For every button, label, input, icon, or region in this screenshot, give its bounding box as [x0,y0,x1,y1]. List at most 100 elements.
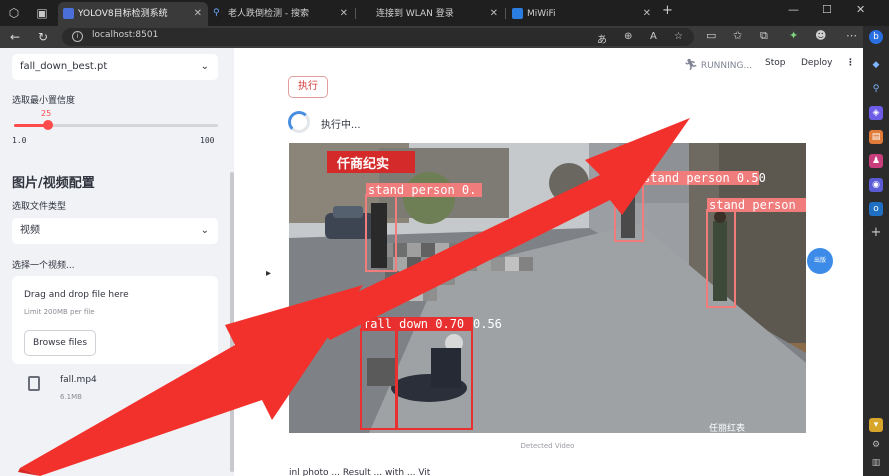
collections-icon[interactable]: ⧉ [760,29,768,43]
detection-label-5: 0.56 [473,317,502,331]
video-frame: 仟商纪实 stand person 0. stand person 0.50 s… [289,143,806,433]
file-icon [28,376,40,391]
bottom-text: inl photo ... Result ... with ... Vit [289,468,431,476]
app-sidebar: fall_down_best.pt ⌄ 选取最小置信度 25 1.0 100 图… [0,48,234,476]
tab-favicon-icon [361,8,372,19]
deploy-button[interactable]: Deploy [801,58,833,68]
browser-tab-bar: ⬡ ▣ YOLOV8目标检测系统 ✕ ⚲ 老人跌倒检测 - 搜索 ✕ 连接到 W… [0,0,889,26]
video-caption: Detected Video [520,442,575,450]
read-aloud-icon[interactable]: A [650,31,657,42]
notification-icon[interactable]: ◆ [869,58,883,72]
workspaces-icon[interactable]: ⬡ [6,5,22,21]
sidebar-scrollbar[interactable] [230,172,234,472]
video-bottom-caption: 任丽红表 [709,422,745,433]
floating-badge[interactable]: 出版 [807,248,833,274]
close-tab-icon[interactable]: ✕ [643,2,651,26]
uploaded-file-size: 6.1MB [60,393,82,401]
back-icon[interactable]: ← [10,29,20,45]
execute-button[interactable]: 执行 [288,76,328,98]
copilot-icon[interactable]: b [869,30,883,44]
detection-label-3: stand person [709,198,796,212]
detection-label-2: stand person 0.50 [643,171,766,185]
tab-separator [505,8,506,19]
running-indicator: 🏃︎ RUNNING... [684,58,752,71]
close-window-icon[interactable]: ✕ [856,3,865,16]
maximize-icon[interactable]: ☐ [822,3,832,16]
status-text: 执行中... [321,120,361,131]
slider-value: 25 [41,109,52,118]
zoom-icon[interactable]: ⊕ [624,31,632,42]
tools-icon[interactable]: ◈ [869,106,883,120]
shopping-icon[interactable]: ▤ [869,130,883,144]
sidebar-settings-icon[interactable]: ⚙ [869,438,883,452]
tab-title: YOLOV8目标检测系统 [78,9,168,19]
m365-icon[interactable]: ◉ [869,178,883,192]
search-icon[interactable]: ⚲ [869,82,883,96]
upload-limit-text: Limit 200MB per file [24,308,95,316]
streamlit-page: fall_down_best.pt ⌄ 选取最小置信度 25 1.0 100 图… [0,48,863,476]
tab-title: 老人跌倒检测 - 搜索 [228,9,309,19]
refresh-icon[interactable]: ↻ [38,29,48,45]
edge-sidebar: b ◆ ⚲ ◈ ▤ ♟ ◉ o + ▾ ⚙ ▥ [863,26,889,476]
close-tab-icon[interactable]: ✕ [490,2,498,26]
extension-icon[interactable]: ✦ [789,29,798,42]
favorite-star-icon[interactable]: ☆ [674,31,683,42]
tab-favicon-icon [63,8,74,19]
uploaded-file-name: fall.mp4 [60,375,97,385]
mouse-cursor-icon: ▸ [266,268,272,279]
file-uploader-dropzone[interactable]: Drag and drop file here Limit 200MB per … [12,276,218,364]
profile-avatar[interactable]: ☻ [815,29,826,42]
drop-icon[interactable]: ▾ [869,418,883,432]
choose-video-label: 选择一个视频... [12,261,75,271]
more-menu-icon[interactable]: ⋯ [846,29,857,42]
loading-spinner [288,111,310,133]
browse-files-button[interactable]: Browse files [24,330,96,356]
games-icon[interactable]: ♟ [869,154,883,168]
file-type-label: 选取文件类型 [12,202,67,212]
tab-miwifi[interactable]: MiWiFi ✕ [507,2,657,26]
address-bar: ← ↻ i localhost:8501 あ ⊕ A ☆ ▭ ✩ ⧉ ✦ ☻ ⋯ [0,26,863,48]
url-field[interactable]: i localhost:8501 あ ⊕ A ☆ [62,28,694,46]
chevron-down-icon: ⌄ [200,225,209,236]
outlook-icon[interactable]: o [869,202,883,216]
stop-button[interactable]: Stop [765,58,785,68]
slider-thumb[interactable] [42,120,53,130]
drag-drop-text: Drag and drop file here [24,290,129,300]
confidence-slider[interactable] [14,120,218,130]
slider-max: 100 [200,136,215,145]
slider-min: 1.0 [12,136,27,145]
add-app-icon[interactable]: + [869,226,883,240]
tab-title: 连接到 WLAN 登录 [376,9,454,19]
file-type-value: 视频 [20,225,40,236]
translate-icon[interactable]: あ [597,31,607,46]
tab-search[interactable]: ⚲ 老人跌倒检测 - 搜索 ✕ [208,2,354,26]
site-info-icon[interactable]: i [72,31,83,42]
tab-actions-icon[interactable]: ▣ [34,5,50,21]
new-tab-button[interactable]: + [662,3,673,18]
tab-yolov8[interactable]: YOLOV8目标检测系统 ✕ [58,2,208,26]
split-screen-icon[interactable]: ▭ [706,29,716,42]
running-text: RUNNING... [700,61,753,71]
model-select[interactable]: fall_down_best.pt ⌄ [12,54,218,80]
detection-label-1: stand person 0. [368,183,476,197]
model-select-value: fall_down_best.pt [20,61,108,72]
close-tab-icon[interactable]: ✕ [194,2,202,26]
tab-title: MiWiFi [527,9,556,19]
section-title: 图片/视频配置 [12,176,95,191]
tab-favicon-icon [512,8,523,19]
minimize-icon[interactable]: — [788,3,799,16]
hide-sidebar-icon[interactable]: ▥ [869,456,883,470]
url-text: localhost:8501 [92,30,159,40]
detected-video[interactable]: 仟商纪实 stand person 0. stand person 0.50 s… [289,143,806,433]
chevron-down-icon: ⌄ [200,61,209,72]
favorites-icon[interactable]: ✩ [733,29,742,42]
tab-wlan[interactable]: 连接到 WLAN 登录 ✕ [356,2,504,26]
file-type-select[interactable]: 视频 ⌄ [12,218,218,244]
confidence-label: 选取最小置信度 [12,96,76,106]
detection-label-4: fall down 0.70 [363,317,464,331]
video-banner-text: 仟商纪实 [336,156,389,171]
close-tab-icon[interactable]: ✕ [340,2,348,26]
main-menu-button[interactable]: ⋮ [846,58,855,68]
search-favicon-icon: ⚲ [213,8,220,18]
running-icon: 🏃︎ [684,58,698,71]
